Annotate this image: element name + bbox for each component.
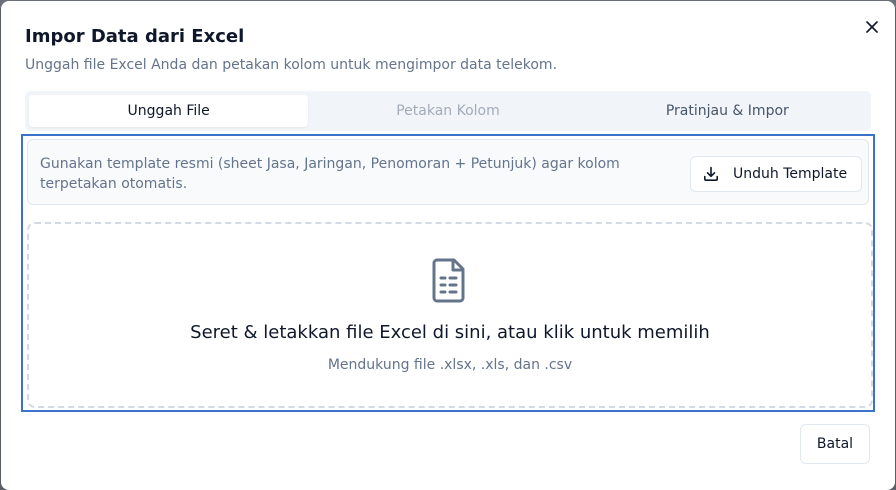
step-tabs: Unggah File Petakan Kolom Pratinjau & Im… <box>25 91 871 131</box>
dialog-subtitle: Unggah file Excel Anda dan petakan kolom… <box>25 57 558 73</box>
file-spreadsheet-icon <box>432 258 465 303</box>
tab-preview-import[interactable]: Pratinjau & Impor <box>588 95 867 127</box>
close-button[interactable] <box>861 16 883 38</box>
download-template-label: Unduh Template <box>733 166 848 182</box>
download-template-button[interactable]: Unduh Template <box>690 156 862 192</box>
download-icon <box>704 166 718 181</box>
close-icon <box>866 21 878 33</box>
dropzone-title: Seret & letakkan file Excel di sini, ata… <box>190 322 710 343</box>
dialog-title: Impor Data dari Excel <box>25 26 245 47</box>
tab-map-columns: Petakan Kolom <box>396 103 500 119</box>
template-info-box: Gunakan template resmi (sheet Jasa, Jari… <box>27 139 869 205</box>
dropzone-subtitle: Mendukung file .xlsx, .xls, dan .csv <box>327 357 573 373</box>
file-dropzone[interactable]: Seret & letakkan file Excel di sini, ata… <box>27 222 873 408</box>
template-info-text: Gunakan template resmi (sheet Jasa, Jari… <box>40 156 620 192</box>
tab-upload-file[interactable]: Unggah File <box>29 95 309 127</box>
cancel-button[interactable]: Batal <box>800 424 870 464</box>
upload-tab-panel: Gunakan template resmi (sheet Jasa, Jari… <box>21 134 875 412</box>
